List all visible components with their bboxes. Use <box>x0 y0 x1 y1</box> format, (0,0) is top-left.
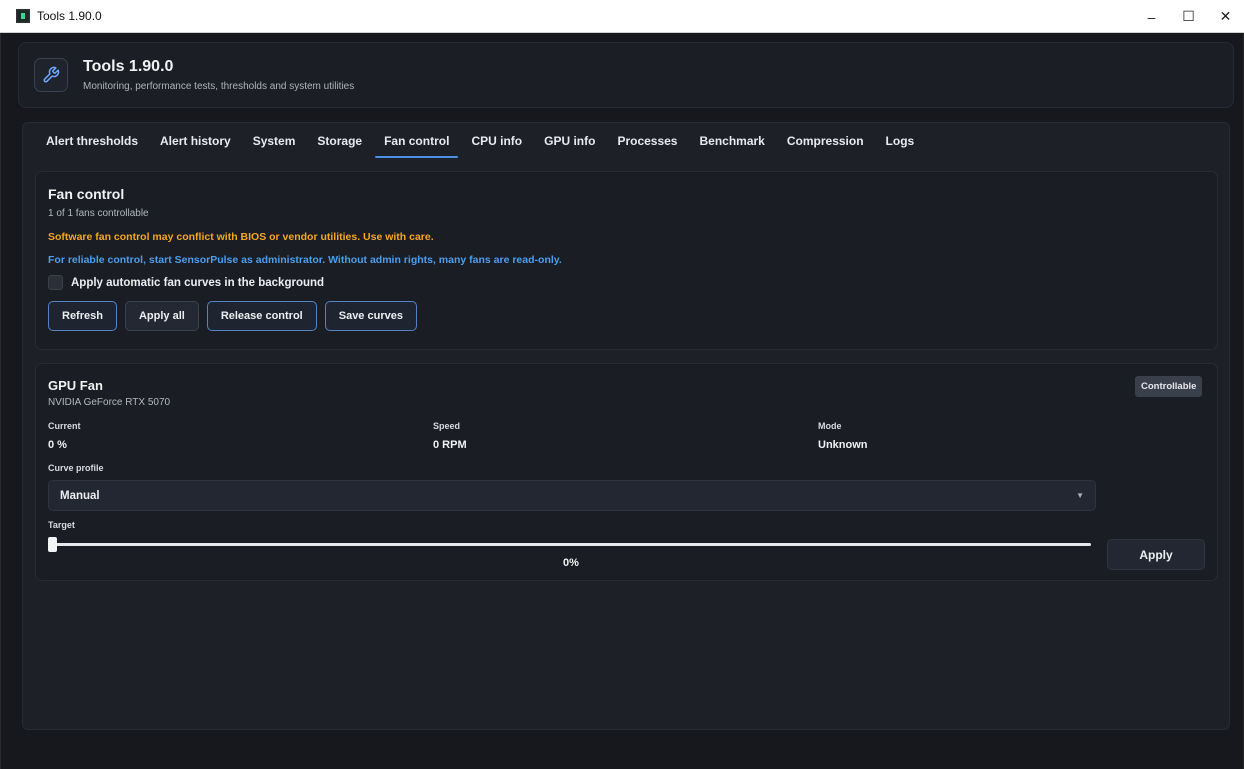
release-control-button[interactable]: Release control <box>206 301 317 331</box>
fan-device: NVIDIA GeForce RTX 5070 <box>48 397 171 408</box>
maximize-button[interactable]: ☐ <box>1170 0 1207 33</box>
tab-cpu-info[interactable]: CPU info <box>460 123 533 159</box>
tab-system[interactable]: System <box>242 123 307 159</box>
current-label: Current <box>48 421 81 431</box>
save-curves-button[interactable]: Save curves <box>324 301 417 331</box>
window-body: Tools 1.90.0 Monitoring, performance tes… <box>0 33 1244 769</box>
tab-storage[interactable]: Storage <box>306 123 373 159</box>
header-text: Tools 1.90.0 Monitoring, performance tes… <box>83 58 354 92</box>
minimize-button[interactable]: – <box>1133 0 1170 33</box>
fan-control-subtitle: 1 of 1 fans controllable <box>48 208 149 219</box>
tab-bar: Alert thresholds Alert history System St… <box>35 123 925 159</box>
window-titlebar: Tools 1.90.0 – ☐ ✕ <box>0 0 1244 33</box>
chevron-down-icon: ▼ <box>1076 491 1084 500</box>
auto-curves-checkbox[interactable] <box>48 275 63 290</box>
curve-profile-value: Manual <box>60 489 100 502</box>
app-title: Tools 1.90.0 <box>83 58 174 75</box>
app-header: Tools 1.90.0 Monitoring, performance tes… <box>18 42 1234 108</box>
window-controls: – ☐ ✕ <box>1133 0 1244 33</box>
app-subtitle: Monitoring, performance tests, threshold… <box>83 81 355 92</box>
mode-label: Mode <box>818 421 842 431</box>
apply-all-button[interactable]: Apply all <box>124 301 199 331</box>
tab-compression[interactable]: Compression <box>776 123 875 159</box>
main-panel: Alert thresholds Alert history System St… <box>22 122 1230 730</box>
tab-alert-history[interactable]: Alert history <box>149 123 242 159</box>
wrench-icon <box>34 58 68 92</box>
tab-gpu-info[interactable]: GPU info <box>533 123 606 159</box>
tab-benchmark[interactable]: Benchmark <box>688 123 775 159</box>
auto-curves-label: Apply automatic fan curves in the backgr… <box>71 276 325 289</box>
app-icon <box>16 9 30 23</box>
curve-profile-select[interactable]: Manual ▼ <box>48 480 1096 511</box>
target-slider-track[interactable] <box>48 543 1091 546</box>
target-label: Target <box>48 520 75 530</box>
fan-actions: Refresh Apply all Release control Save c… <box>48 301 425 331</box>
tab-processes[interactable]: Processes <box>606 123 688 159</box>
speed-label: Speed <box>433 421 461 431</box>
refresh-button[interactable]: Refresh <box>48 301 117 331</box>
target-value: 0% <box>563 557 579 569</box>
fan-control-card: Fan control 1 of 1 fans controllable Sof… <box>35 171 1218 350</box>
apply-button[interactable]: Apply <box>1107 539 1205 570</box>
speed-value: 0 RPM <box>433 439 467 451</box>
close-button[interactable]: ✕ <box>1207 0 1244 33</box>
mode-value: Unknown <box>818 439 868 451</box>
admin-info-message: For reliable control, start SensorPulse … <box>48 254 562 266</box>
auto-curves-toggle[interactable]: Apply automatic fan curves in the backgr… <box>48 275 324 290</box>
curve-profile-label: Curve profile <box>48 463 104 473</box>
warning-message: Software fan control may conflict with B… <box>48 231 434 243</box>
fan-name: GPU Fan <box>48 378 103 393</box>
current-value: 0 % <box>48 439 67 451</box>
window-title: Tools 1.90.0 <box>37 9 102 23</box>
tab-alert-thresholds[interactable]: Alert thresholds <box>35 123 149 159</box>
fan-control-title: Fan control <box>48 186 125 202</box>
tab-fan-control[interactable]: Fan control <box>373 123 460 159</box>
gpu-fan-card: GPU Fan NVIDIA GeForce RTX 5070 Controll… <box>35 363 1218 581</box>
target-slider-thumb[interactable] <box>48 537 57 552</box>
tab-logs[interactable]: Logs <box>875 123 926 159</box>
status-badge: Controllable <box>1135 376 1203 397</box>
